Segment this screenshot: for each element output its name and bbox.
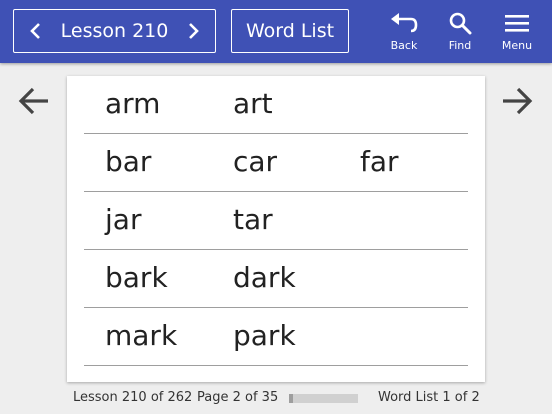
word[interactable]: arm xyxy=(105,86,160,122)
word[interactable]: tar xyxy=(233,202,273,238)
chevron-left-icon xyxy=(30,23,40,39)
word-list-card: arm art bar car far jar tar bark dark ma… xyxy=(67,76,485,382)
top-toolbar: Lesson 210 Word List Back Find Menu xyxy=(0,0,552,63)
arrow-left-icon xyxy=(18,87,48,115)
lesson-progress-text: Lesson 210 of 262 xyxy=(73,390,193,405)
page-indicator: Page 2 of 35 xyxy=(197,390,279,405)
hamburger-icon xyxy=(505,15,529,32)
word-row: jar tar xyxy=(84,192,468,250)
lesson-label: Lesson 210 xyxy=(60,20,169,42)
search-icon xyxy=(449,12,472,35)
previous-page-button[interactable] xyxy=(17,84,51,118)
word[interactable]: far xyxy=(360,144,399,180)
find-label: Find xyxy=(448,39,472,52)
word[interactable]: jar xyxy=(105,202,141,238)
word[interactable]: mark xyxy=(105,318,177,354)
undo-icon xyxy=(391,13,418,33)
menu-label: Menu xyxy=(501,39,533,52)
word-row: mark park xyxy=(84,308,468,366)
word[interactable]: bark xyxy=(105,260,168,296)
word-row: arm art xyxy=(84,76,468,134)
lesson-navigator: Lesson 210 xyxy=(13,9,216,53)
page-progress-bar xyxy=(289,394,358,403)
arrow-right-icon xyxy=(503,87,533,115)
next-lesson-button[interactable] xyxy=(173,10,213,52)
previous-lesson-button[interactable] xyxy=(16,10,56,52)
word-list-button[interactable]: Word List xyxy=(231,9,349,53)
word-list-indicator: Word List 1 of 2 xyxy=(378,390,480,405)
back-button[interactable]: Back xyxy=(380,8,428,56)
word-row: bar car far xyxy=(84,134,468,192)
word[interactable]: dark xyxy=(233,260,296,296)
find-button[interactable]: Find xyxy=(436,8,484,56)
menu-button[interactable]: Menu xyxy=(493,8,541,56)
word[interactable]: art xyxy=(233,86,273,122)
page-progress-fill xyxy=(289,394,293,403)
next-page-button[interactable] xyxy=(500,84,534,118)
word-row: bark dark xyxy=(84,250,468,308)
word[interactable]: car xyxy=(233,144,277,180)
word[interactable]: park xyxy=(233,318,296,354)
chevron-right-icon xyxy=(189,23,199,39)
word[interactable]: bar xyxy=(105,144,151,180)
back-label: Back xyxy=(390,39,418,52)
